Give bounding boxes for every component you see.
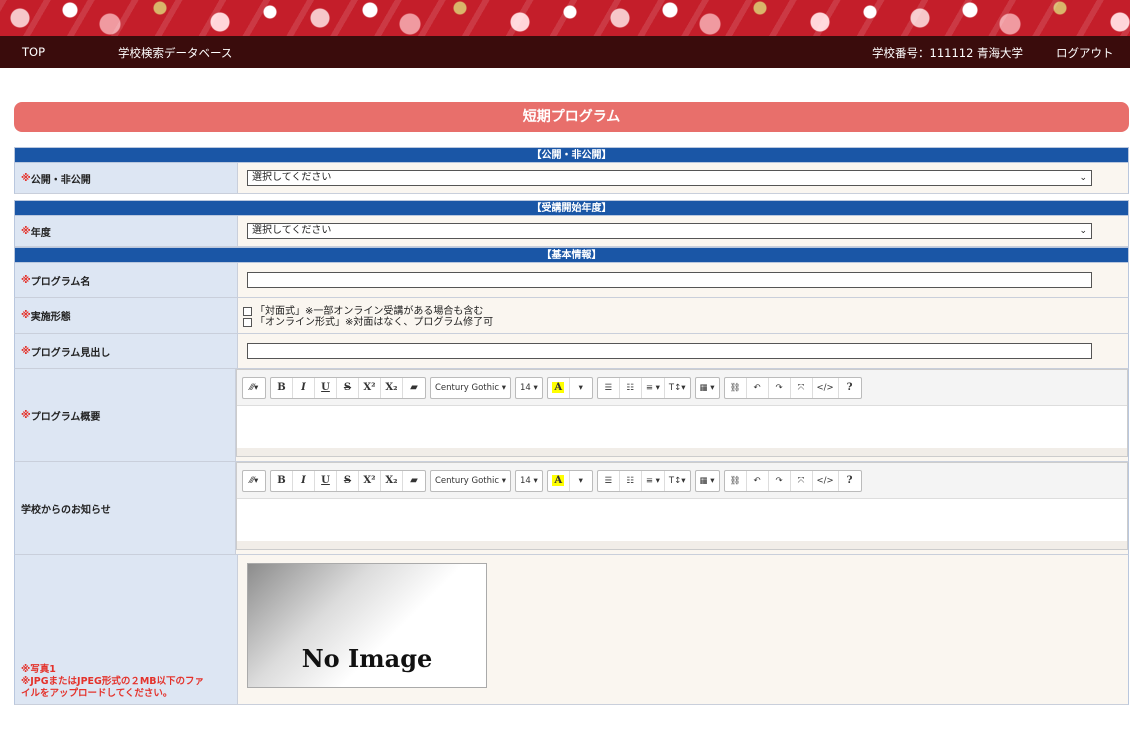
summary-edit-area[interactable] [237, 406, 1127, 448]
logout-link[interactable]: ログアウト [1056, 45, 1114, 61]
align-dropdown[interactable]: ≡ ▾ [642, 377, 665, 398]
notice-editor: ⁄⁄⁄▾ B I U S X² X₂ ▰ Century Gothic ▾ 14… [236, 462, 1128, 550]
undo-icon[interactable]: ↶ [747, 377, 769, 398]
style-button[interactable]: ⁄⁄⁄▾ [243, 378, 265, 398]
page-title: 短期プログラム [14, 102, 1129, 132]
text-color-button[interactable]: A [548, 470, 570, 491]
row-headline: ※ プログラム見出し [14, 334, 1129, 369]
summary-editor: ⁄⁄⁄▾ B I U S X² X₂ ▰ Century Gothic ▾ 14… [236, 369, 1128, 457]
font-name-dropdown[interactable]: Century Gothic ▾ [431, 471, 510, 491]
subscript-button[interactable]: X₂ [381, 377, 403, 398]
bold-button[interactable]: B [271, 470, 293, 491]
undo-icon[interactable]: ↶ [747, 470, 769, 491]
photo1-preview[interactable]: No Image [247, 563, 487, 688]
strikethrough-button[interactable]: S [337, 470, 359, 491]
editor-toolbar: ⁄⁄⁄▾ B I U S X² X₂ ▰ Century Gothic ▾ 14… [237, 463, 1127, 499]
bold-button[interactable]: B [271, 377, 293, 398]
code-view-icon[interactable]: </> [813, 470, 839, 491]
header-banner: TOP 学校検索データベース 学校番号：111112 青海大学 ログアウト [0, 0, 1130, 68]
fullscreen-icon[interactable]: ⤧ [791, 377, 813, 398]
row-format: ※ 実施形態 「対面式」※一部オンライン受講がある場合も含む 「オンライン形式」※… [14, 298, 1129, 334]
row-summary: ※ プログラム概要 ⁄⁄⁄▾ B I U S X² X₂ ▰ Century Go… [14, 369, 1129, 462]
table-dropdown[interactable]: ▦ ▾ [696, 471, 719, 491]
editor-resize-bar[interactable] [237, 448, 1127, 456]
format-label: ※ 実施形態 [15, 298, 238, 333]
headline-input[interactable] [247, 343, 1092, 359]
superscript-button[interactable]: X² [359, 470, 381, 491]
banner-pattern [0, 0, 1130, 36]
italic-button[interactable]: I [293, 377, 315, 398]
section-public: 【公開・非公開】 [14, 147, 1129, 163]
superscript-button[interactable]: X² [359, 377, 381, 398]
notice-edit-area[interactable] [237, 499, 1127, 541]
ordered-list-icon[interactable]: ☷ [620, 470, 642, 491]
ordered-list-icon[interactable]: ☷ [620, 377, 642, 398]
unordered-list-icon[interactable]: ☰ [598, 470, 620, 491]
italic-button[interactable]: I [293, 470, 315, 491]
font-name-dropdown[interactable]: Century Gothic ▾ [431, 378, 510, 398]
photo1-label: ※写真1 ※JPGまたはJPEG形式の２MB以下のファ イルをアップロードしてく… [15, 555, 238, 704]
underline-button[interactable]: U [315, 470, 337, 491]
link-icon[interactable]: ⛓ [725, 377, 747, 398]
chevron-down-icon: ⌄ [1079, 226, 1087, 236]
program-name-label: ※ プログラム名 [15, 263, 238, 297]
school-info: 学校番号：111112 青海大学 [872, 46, 1024, 60]
section-start-year: 【受講開始年度】 [14, 200, 1129, 216]
code-view-icon[interactable]: </> [813, 377, 839, 398]
row-public: ※ 公開・非公開 選択してください ⌄ [14, 163, 1129, 194]
year-label: ※ 年度 [15, 216, 238, 246]
editor-resize-bar[interactable] [237, 541, 1127, 549]
strikethrough-button[interactable]: S [337, 377, 359, 398]
underline-button[interactable]: U [315, 377, 337, 398]
section-basic: 【基本情報】 [14, 247, 1129, 263]
row-photo1: ※写真1 ※JPGまたはJPEG形式の２MB以下のファ イルをアップロードしてく… [14, 555, 1129, 705]
redo-icon[interactable]: ↷ [769, 377, 791, 398]
fullscreen-icon[interactable]: ⤧ [791, 470, 813, 491]
redo-icon[interactable]: ↷ [769, 470, 791, 491]
table-dropdown[interactable]: ▦ ▾ [696, 378, 719, 398]
nav-top-link[interactable]: TOP [22, 45, 45, 59]
checkbox[interactable] [243, 306, 252, 316]
public-select[interactable]: 選択してください ⌄ [247, 170, 1092, 186]
unordered-list-icon[interactable]: ☰ [598, 377, 620, 398]
year-select[interactable]: 選択してください ⌄ [247, 223, 1092, 239]
format-options: 「対面式」※一部オンライン受講がある場合も含む 「オンライン形式」※対面はなく、… [243, 304, 493, 328]
font-size-dropdown[interactable]: 14 ▾ [516, 471, 542, 491]
format-option-online[interactable]: 「オンライン形式」※対面はなく、プログラム修了可 [243, 317, 493, 328]
help-icon[interactable]: ? [839, 471, 861, 491]
format-option-inperson[interactable]: 「対面式」※一部オンライン受講がある場合も含む [243, 306, 493, 317]
align-dropdown[interactable]: ≡ ▾ [642, 470, 665, 491]
program-name-input[interactable] [247, 272, 1092, 288]
subscript-button[interactable]: X₂ [381, 470, 403, 491]
row-notice: 学校からのお知らせ ⁄⁄⁄▾ B I U S X² X₂ ▰ Century G… [14, 462, 1129, 555]
text-color-button[interactable]: A [548, 377, 570, 398]
headline-label: ※ プログラム見出し [15, 334, 238, 368]
chevron-down-icon[interactable]: ▾ [570, 471, 592, 491]
nav-database-link[interactable]: 学校検索データベース [118, 45, 232, 61]
checkbox[interactable] [243, 317, 252, 327]
program-form: 【公開・非公開】 ※ 公開・非公開 選択してください ⌄ 【受講開始年度】 ※ 年度 … [14, 147, 1129, 705]
row-year: ※ 年度 選択してください ⌄ [14, 216, 1129, 247]
line-height-dropdown[interactable]: T↕▾ [665, 471, 690, 491]
style-button[interactable]: ⁄⁄⁄▾ [243, 471, 265, 491]
notice-label: 学校からのお知らせ [15, 462, 236, 554]
top-nav: TOP 学校検索データベース 学校番号：111112 青海大学 ログアウト [0, 36, 1130, 68]
chevron-down-icon[interactable]: ▾ [570, 378, 592, 398]
chevron-down-icon: ⌄ [1079, 173, 1087, 183]
eraser-icon[interactable]: ▰ [403, 471, 425, 491]
line-height-dropdown[interactable]: T↕▾ [665, 378, 690, 398]
link-icon[interactable]: ⛓ [725, 470, 747, 491]
summary-label: ※ プログラム概要 [15, 369, 236, 461]
editor-toolbar: ⁄⁄⁄▾ B I U S X² X₂ ▰ Century Gothic ▾ 14… [237, 370, 1127, 406]
row-program-name: ※ プログラム名 [14, 263, 1129, 298]
font-size-dropdown[interactable]: 14 ▾ [516, 378, 542, 398]
public-label: ※ 公開・非公開 [15, 163, 238, 193]
eraser-icon[interactable]: ▰ [403, 378, 425, 398]
help-icon[interactable]: ? [839, 378, 861, 398]
